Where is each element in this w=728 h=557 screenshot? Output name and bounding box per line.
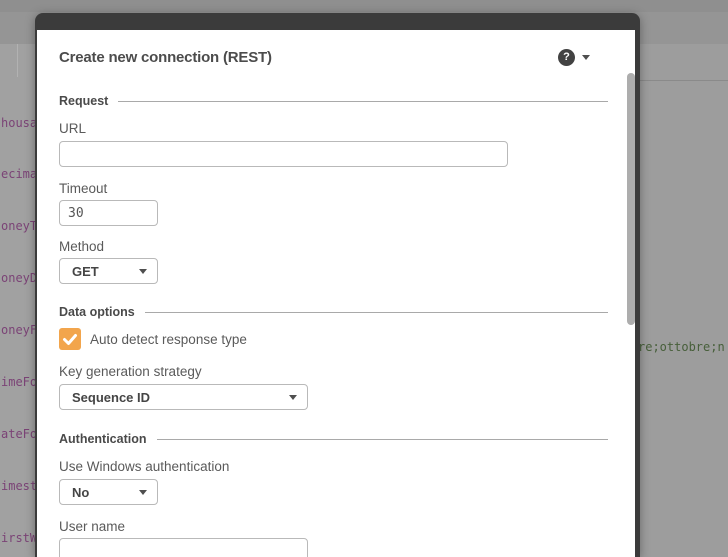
timeout-label: Timeout [59, 181, 108, 196]
code-line: oneyF [1, 323, 35, 338]
screen: housa ecima oneyT oneyD oneyF imeFo ateF… [0, 0, 728, 557]
help-icon[interactable]: ? [558, 48, 575, 66]
code-line: ateFo [1, 426, 35, 441]
section-divider [144, 311, 608, 313]
section-divider [156, 438, 608, 440]
checkmark-icon [63, 334, 77, 345]
create-connection-dialog: Create new connection (REST) ? Request U… [35, 13, 640, 557]
timeout-input[interactable] [59, 200, 158, 226]
method-dropdown[interactable]: GET [59, 258, 158, 284]
code-line: imeFo [1, 375, 35, 390]
code-line: housa [1, 115, 35, 130]
chevron-down-icon [139, 490, 147, 495]
method-dropdown-value: GET [72, 263, 99, 279]
key-generation-label: Key generation strategy [59, 364, 202, 379]
section-authentication: Authentication [59, 432, 608, 446]
section-divider [118, 100, 608, 102]
dialog-title: Create new connection (REST) [59, 48, 272, 66]
code-line: irstW [1, 530, 35, 545]
dialog-scrollbar-thumb[interactable] [627, 73, 635, 325]
auto-detect-checkbox[interactable] [59, 328, 81, 350]
key-generation-dropdown-value: Sequence ID [72, 389, 151, 405]
url-label: URL [59, 121, 87, 136]
code-line: imest [1, 478, 35, 493]
method-label: Method [59, 239, 105, 254]
chevron-down-icon[interactable] [582, 54, 590, 60]
section-request-label: Request [59, 94, 109, 108]
help-controls: ? [558, 48, 590, 66]
dialog-body: Create new connection (REST) ? Request U… [37, 30, 635, 557]
editor-divider-line [640, 80, 728, 81]
editor-gutter-line [17, 44, 18, 77]
dialog-header: Create new connection (REST) ? [59, 48, 608, 66]
chevron-down-icon [289, 395, 297, 400]
auto-detect-label[interactable]: Auto detect response type [90, 332, 247, 347]
editor-script-fragment: housa ecima oneyT oneyD oneyF imeFo ateF… [1, 80, 35, 557]
chevron-down-icon [139, 269, 147, 274]
section-request: Request [59, 94, 608, 108]
key-generation-dropdown[interactable]: Sequence ID [59, 384, 308, 410]
section-data-options: Data options [59, 305, 608, 319]
url-input[interactable] [59, 141, 508, 167]
user-name-label: User name [59, 519, 126, 534]
windows-auth-label: Use Windows authentication [59, 459, 230, 474]
code-line: ecima [1, 167, 35, 182]
section-data-options-label: Data options [59, 305, 135, 319]
windows-auth-dropdown-value: No [72, 484, 90, 500]
section-authentication-label: Authentication [59, 432, 147, 446]
code-line: oneyT [1, 219, 35, 234]
auto-detect-row: Auto detect response type [59, 328, 608, 350]
windows-auth-dropdown[interactable]: No [59, 479, 158, 505]
editor-top-strip [0, 0, 728, 12]
code-line: oneyD [1, 271, 35, 286]
editor-string-fragment: re;ottobre;n [638, 340, 725, 354]
user-name-input[interactable] [59, 538, 308, 557]
